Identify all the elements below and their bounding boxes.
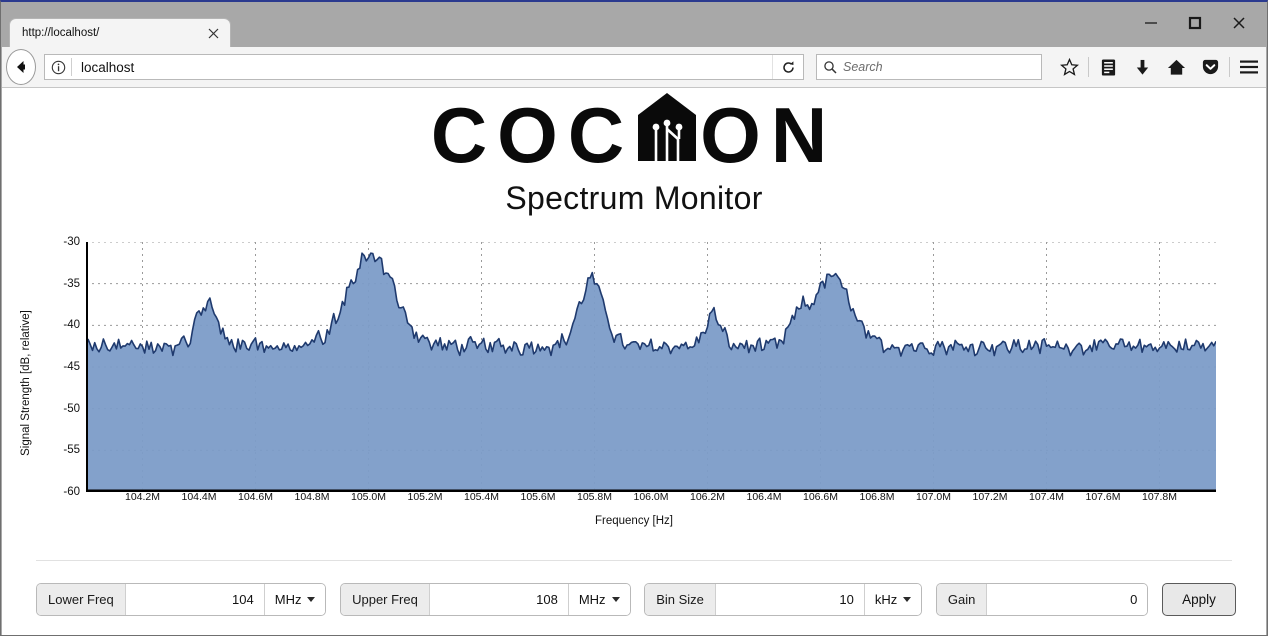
download-icon[interactable] xyxy=(1125,52,1159,82)
tab-close-icon[interactable] xyxy=(202,22,224,44)
chart-x-tick-label: 105.0M xyxy=(350,491,387,503)
bin-size-unit-select[interactable]: kHz xyxy=(863,583,922,615)
chevron-down-icon xyxy=(611,596,620,602)
chart-x-tick-label: 106.0M xyxy=(633,491,669,503)
chart-x-tick-label: 105.2M xyxy=(407,491,443,503)
chart-y-tick-label: -35 xyxy=(63,277,80,290)
chart-x-axis-label: Frequency [Hz] xyxy=(595,515,673,527)
gain-input[interactable]: 0 xyxy=(987,583,1148,615)
chart-y-tick-label: -40 xyxy=(63,319,80,332)
chart-x-tick-label: 107.2M xyxy=(972,491,1008,503)
chart-y-tick-label: -30 xyxy=(63,236,80,248)
page-title: Spectrum Monitor xyxy=(505,180,763,216)
url-bar[interactable]: localhost xyxy=(44,54,804,80)
chart-x-tick-label: 104.6M xyxy=(237,491,274,503)
house-circuit-icon xyxy=(636,91,698,175)
browser-tab[interactable]: http://localhost/ xyxy=(9,18,231,47)
chart-x-ticks: 104.2M 104.4M 104.6M 104.8M 105.0M 105.2M 105.… xyxy=(2,491,1266,511)
chart-x-tick-label: 107.4M xyxy=(1028,491,1065,503)
library-icon[interactable] xyxy=(1091,52,1125,82)
logo-text-before: COC xyxy=(430,91,635,179)
bin-size-input[interactable]: 10 xyxy=(715,583,864,615)
chart-y-ticks: -30 -35 -40 -45 -50 -55 -60 xyxy=(2,231,80,531)
chart-x-tick-label: 104.4M xyxy=(181,491,217,503)
search-input[interactable]: Search xyxy=(843,60,883,74)
lower-freq-label: Lower Freq xyxy=(37,583,126,615)
chart-x-tick-label: 106.8M xyxy=(859,491,895,503)
chart-x-tick-label: 106.4M xyxy=(746,491,782,503)
bin-size-unit-value: kHz xyxy=(874,591,898,607)
chart-x-tick-label: 107.8M xyxy=(1141,491,1178,503)
browser-window: http://localhost/ localhost Search COC O… xyxy=(0,0,1268,636)
lower-freq-group: Lower Freq 104 MHz xyxy=(36,582,327,616)
chart-x-tick-label: 104.2M xyxy=(124,491,161,503)
controls-bar: Lower Freq 104 MHz Upper Freq 108 MHz Bi… xyxy=(36,580,1236,618)
hamburger-menu-icon[interactable] xyxy=(1232,52,1266,82)
chart-y-tick-label: -50 xyxy=(63,402,80,415)
lower-freq-unit-value: MHz xyxy=(274,591,302,607)
pocket-icon[interactable] xyxy=(1193,52,1227,82)
tab-strip: http://localhost/ xyxy=(1,18,1267,47)
controls-divider xyxy=(36,560,1232,561)
chart-x-tick-label: 104.8M xyxy=(294,491,330,503)
toolbar-divider xyxy=(1229,57,1230,77)
lower-freq-input[interactable]: 104 xyxy=(125,583,264,615)
page-content: COC ON Spectrum Monitor Signal Strength … xyxy=(2,88,1266,635)
logo-wordmark: COC ON xyxy=(431,93,837,177)
spectrum-chart: Signal Strength [dB, relative] -30 -35 -40… xyxy=(2,231,1266,531)
chart-y-tick-label: -55 xyxy=(63,444,80,457)
apply-button[interactable]: Apply xyxy=(1162,582,1236,616)
bin-size-group: Bin Size 10 kHz xyxy=(644,582,923,616)
upper-freq-unit-value: MHz xyxy=(578,591,606,607)
search-icon xyxy=(817,60,843,74)
chart-x-tick-label: 106.6M xyxy=(802,491,839,503)
logo-text-after: ON xyxy=(700,91,838,179)
chart-x-tick-label: 107.0M xyxy=(915,491,952,503)
reload-icon[interactable] xyxy=(772,55,803,79)
chart-plot-area xyxy=(86,242,1216,492)
gain-group: Gain 0 xyxy=(935,582,1149,616)
navigation-toolbar: localhost Search xyxy=(2,47,1266,88)
chart-x-tick-label: 105.4M xyxy=(463,491,500,503)
toolbar-icons xyxy=(1052,52,1266,82)
chart-x-tick-label: 106.2M xyxy=(689,491,726,503)
search-bar[interactable]: Search xyxy=(816,54,1042,80)
gain-label: Gain xyxy=(936,583,988,615)
upper-freq-label: Upper Freq xyxy=(341,583,430,615)
chart-x-tick-label: 105.6M xyxy=(520,491,556,503)
chart-x-tick-label: 107.6M xyxy=(1085,491,1121,503)
home-icon[interactable] xyxy=(1159,52,1193,82)
upper-freq-group: Upper Freq 108 MHz xyxy=(340,582,631,616)
chart-x-tick-label: 105.8M xyxy=(576,491,613,503)
chevron-down-icon xyxy=(903,596,912,602)
url-text[interactable]: localhost xyxy=(72,60,772,75)
tab-title: http://localhost/ xyxy=(22,27,100,39)
chevron-down-icon xyxy=(307,596,316,602)
upper-freq-input[interactable]: 108 xyxy=(429,583,568,615)
info-icon[interactable] xyxy=(45,60,71,75)
cocoon-logo: COC ON xyxy=(2,93,1266,177)
chart-y-tick-label: -45 xyxy=(63,361,80,373)
lower-freq-unit-select[interactable]: MHz xyxy=(263,583,326,615)
bin-size-label: Bin Size xyxy=(645,583,716,615)
upper-freq-unit-select[interactable]: MHz xyxy=(567,583,630,615)
toolbar-divider xyxy=(1088,57,1089,77)
star-icon[interactable] xyxy=(1052,52,1086,82)
back-button[interactable] xyxy=(6,49,36,85)
